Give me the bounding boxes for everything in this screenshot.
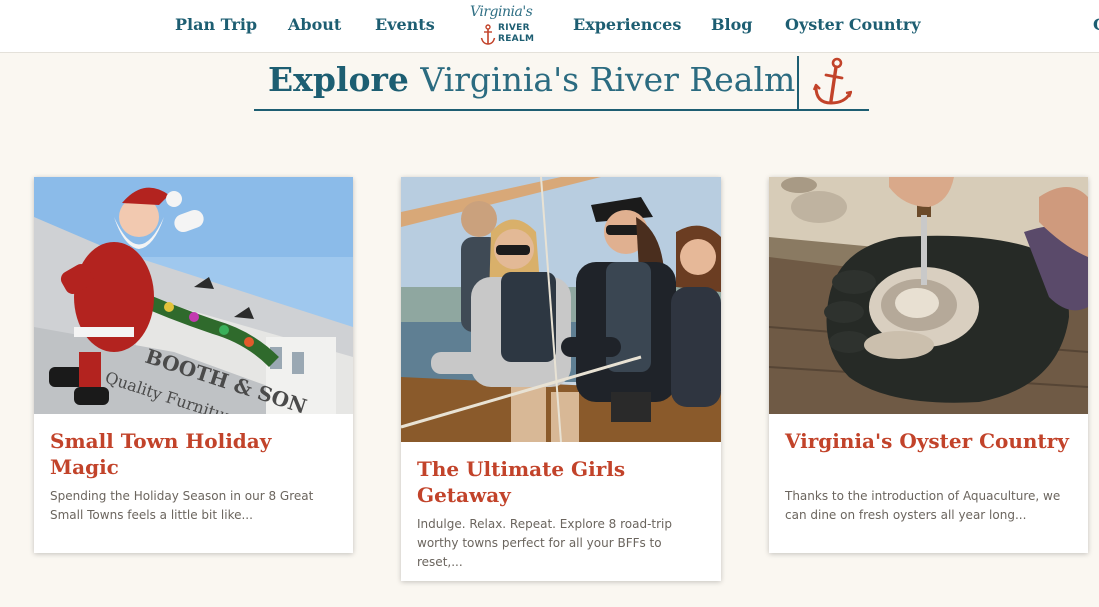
card-title[interactable]: The Ultimate Girls Getaway <box>417 456 707 508</box>
card-ultimate-girls-getaway[interactable]: The Ultimate Girls Getaway Indulge. Rela… <box>401 177 721 581</box>
heading-divider <box>797 56 799 110</box>
logo-river-text: RIVER <box>498 23 530 33</box>
nav-plan-trip[interactable]: Plan Trip <box>175 15 257 34</box>
card-virginias-oyster-country[interactable]: Virginia's Oyster Country Thanks to the … <box>769 177 1088 553</box>
site-logo[interactable]: Virginia's RIVER REALM <box>462 4 542 50</box>
card-title[interactable]: Small Town Holiday Magic <box>50 428 339 480</box>
nav-experiences[interactable]: Experiences <box>573 15 681 34</box>
nav-item-cut-off[interactable]: C <box>1093 15 1099 34</box>
card-title[interactable]: Virginia's Oyster Country <box>785 428 1074 454</box>
section-heading: Explore Virginia's River Realm <box>268 60 795 99</box>
logo-script-text: Virginia's <box>470 4 533 20</box>
card-photo-santa-storefront[interactable]: BOOTH & SON Quality Furniture <box>34 177 353 414</box>
card-small-town-holiday-magic[interactable]: BOOTH & SON Quality Furniture Small Town… <box>34 177 353 553</box>
nav-about[interactable]: About <box>288 15 341 34</box>
heading-strong: Explore <box>268 60 409 99</box>
anchor-icon <box>812 57 852 105</box>
card-excerpt: Spending the Holiday Season in our 8 Gre… <box>50 489 314 522</box>
nav-blog[interactable]: Blog <box>711 15 752 34</box>
heading-light: Virginia's River Realm <box>420 60 796 99</box>
card-photo-oyster-shucking[interactable] <box>769 177 1088 414</box>
logo-realm-text: REALM <box>498 34 535 44</box>
top-navigation: Plan Trip About Events Virginia's RIVER … <box>0 0 1099 53</box>
heading-underline <box>254 109 869 111</box>
nav-oyster-country[interactable]: Oyster Country <box>785 15 921 34</box>
logo-anchor-icon <box>480 24 496 45</box>
card-excerpt: Thanks to the introduction of Aquacultur… <box>785 489 1061 522</box>
nav-events[interactable]: Events <box>375 15 435 34</box>
card-photo-women-sailing[interactable] <box>401 177 721 442</box>
card-excerpt: Indulge. Relax. Repeat. Explore 8 road-t… <box>417 517 672 569</box>
